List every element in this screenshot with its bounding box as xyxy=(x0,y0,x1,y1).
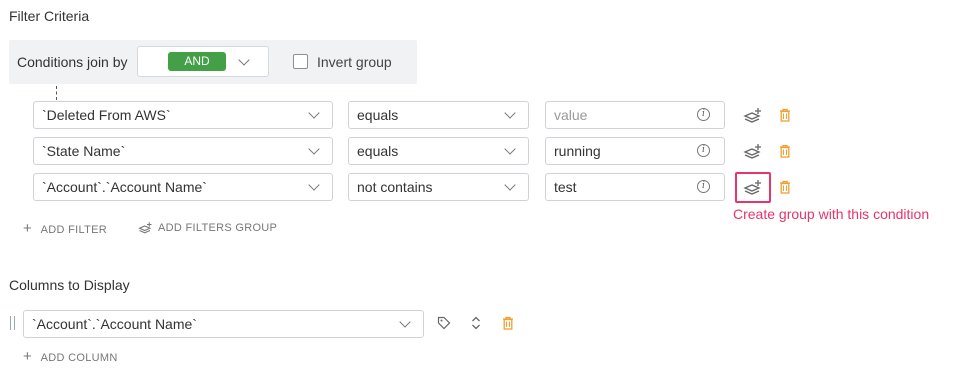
condition-field-value: `Deleted From AWS` xyxy=(42,107,171,123)
chevron-down-icon xyxy=(308,179,320,191)
add-filter-button[interactable]: + ADD FILTER xyxy=(23,220,107,237)
annotation-text: Create group with this condition xyxy=(733,206,930,222)
add-column-label: ADD COLUMN xyxy=(40,352,118,364)
condition-value-input[interactable]: value i xyxy=(545,101,725,129)
column-field-select[interactable]: `Account`.`Account Name` xyxy=(23,310,424,338)
condition-field-select[interactable]: `Account`.`Account Name` xyxy=(33,173,333,201)
chevron-down-icon xyxy=(238,54,250,66)
condition-operator-value: equals xyxy=(357,107,399,123)
columns-title: Columns to Display xyxy=(9,277,130,293)
info-icon[interactable]: i xyxy=(697,180,710,193)
create-group-icon[interactable] xyxy=(743,143,763,159)
condition-value-input[interactable]: running i xyxy=(545,137,725,165)
drag-handle-icon[interactable] xyxy=(10,316,15,330)
conditions-join-label: Conditions join by xyxy=(17,54,128,70)
add-filters-group-label: ADD FILTERS GROUP xyxy=(158,221,278,234)
condition-field-select[interactable]: `State Name` xyxy=(33,137,333,165)
add-filters-group-button[interactable]: ADD FILTERS GROUP xyxy=(138,221,277,234)
info-icon[interactable]: i xyxy=(697,108,710,121)
join-operator-value[interactable]: AND xyxy=(168,52,226,71)
create-group-icon[interactable] xyxy=(743,179,763,195)
delete-trash-icon[interactable] xyxy=(779,180,791,194)
chevron-down-icon xyxy=(504,107,516,119)
condition-field-value: `Account`.`Account Name` xyxy=(42,179,207,195)
condition-operator-value: not contains xyxy=(357,179,433,195)
info-icon[interactable]: i xyxy=(697,144,710,157)
invert-group-label[interactable]: Invert group xyxy=(317,54,392,70)
tag-icon[interactable] xyxy=(437,316,451,330)
chevron-down-icon xyxy=(308,143,320,155)
chevron-down-icon xyxy=(504,143,516,155)
invert-group-checkbox[interactable] xyxy=(293,54,308,69)
chevron-down-icon xyxy=(504,179,516,191)
chevron-down-icon xyxy=(308,107,320,119)
condition-field-value: `State Name` xyxy=(42,143,126,159)
condition-value-text: running xyxy=(554,143,601,159)
column-field-value: `Account`.`Account Name` xyxy=(32,316,197,332)
condition-value-input[interactable]: test i xyxy=(545,173,725,201)
plus-icon: + xyxy=(23,348,32,365)
condition-value-placeholder: value xyxy=(554,107,588,123)
condition-operator-select[interactable]: equals xyxy=(348,101,529,129)
create-group-icon[interactable] xyxy=(743,107,763,123)
tree-connector xyxy=(56,86,57,100)
condition-operator-select[interactable]: not contains xyxy=(348,173,529,201)
condition-value-text: test xyxy=(554,179,577,195)
chevron-down-icon xyxy=(399,316,411,328)
add-column-button[interactable]: + ADD COLUMN xyxy=(23,348,118,365)
sort-icon[interactable] xyxy=(470,316,482,330)
add-filter-label: ADD FILTER xyxy=(40,224,108,236)
create-group-icon xyxy=(138,222,152,234)
condition-operator-value: equals xyxy=(357,143,399,159)
condition-operator-select[interactable]: equals xyxy=(348,137,529,165)
plus-icon: + xyxy=(23,220,32,237)
filter-criteria-title: Filter Criteria xyxy=(9,8,90,24)
condition-field-select[interactable]: `Deleted From AWS` xyxy=(33,101,333,129)
delete-trash-icon[interactable] xyxy=(779,144,791,158)
delete-trash-icon[interactable] xyxy=(502,316,514,330)
delete-trash-icon[interactable] xyxy=(779,108,791,122)
